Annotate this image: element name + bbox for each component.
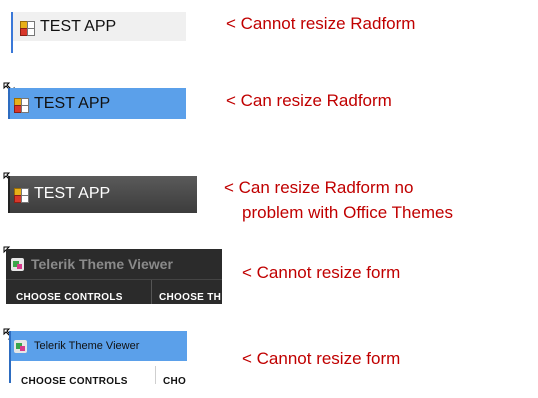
app-icon <box>14 97 29 113</box>
window-title-2: TEST APP <box>34 95 111 112</box>
window-title-5: Telerik Theme Viewer <box>34 340 140 352</box>
screenshot-row-1: TEST APP < Cannot resize Radform <box>0 0 538 60</box>
separator <box>6 279 222 280</box>
note-3-line-1: < Can resize Radform no <box>224 178 414 197</box>
screenshot-row-4: Telerik Theme Viewer CHOOSE CONTROLS CHO… <box>0 245 538 307</box>
window-border-1 <box>11 41 13 53</box>
screenshot-row-5: Telerik Theme Viewer CHOOSE CONTROLS CHO… <box>0 328 538 398</box>
app-icon <box>14 187 29 203</box>
note-1: < Cannot resize Radform <box>226 14 416 33</box>
menu-choose-controls[interactable]: CHOOSE CONTROLS <box>16 292 123 303</box>
menu-choose-controls[interactable]: CHOOSE CONTROLS <box>21 376 128 384</box>
note-2: < Can resize Radform <box>226 91 392 110</box>
app-icon <box>20 20 35 36</box>
window-title-4: Telerik Theme Viewer <box>31 256 173 272</box>
screenshot-row-2: TEST APP < Can resize Radform <box>0 80 538 140</box>
menu-choose-themes[interactable]: CHO <box>163 376 186 384</box>
menu-divider <box>151 280 152 304</box>
screenshot-row-3: TEST APP < Can resize Radform no problem… <box>0 170 538 230</box>
theme-viewer-icon <box>11 257 24 271</box>
window-title-3: TEST APP <box>34 185 111 202</box>
note-4: < Cannot resize form <box>242 263 401 282</box>
menu-strip-5: CHOOSE CONTROLS CHO <box>11 376 187 384</box>
theme-viewer-icon <box>14 339 27 353</box>
menu-choose-themes[interactable]: CHOOSE TH <box>159 292 222 303</box>
note-3-line-2: problem with Office Themes <box>242 203 454 222</box>
window-title-1: TEST APP <box>40 18 117 35</box>
note-5: < Cannot resize form <box>242 349 401 368</box>
